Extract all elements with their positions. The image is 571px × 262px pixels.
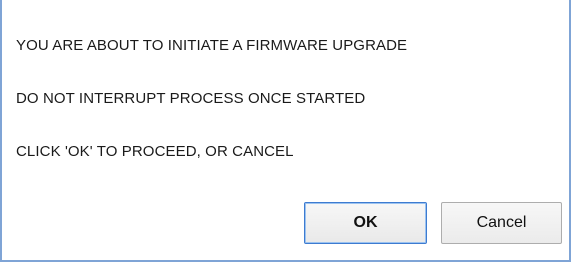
dialog-message-line-3: CLICK 'OK' TO PROCEED, OR CANCEL — [16, 143, 294, 160]
dialog-message-line-1: YOU ARE ABOUT TO INITIATE A FIRMWARE UPG… — [16, 37, 408, 54]
ok-button[interactable]: OK — [304, 202, 427, 244]
firmware-upgrade-dialog: YOU ARE ABOUT TO INITIATE A FIRMWARE UPG… — [0, 0, 571, 262]
cancel-button[interactable]: Cancel — [441, 202, 562, 244]
dialog-message-line-2: DO NOT INTERRUPT PROCESS ONCE STARTED — [16, 90, 366, 107]
